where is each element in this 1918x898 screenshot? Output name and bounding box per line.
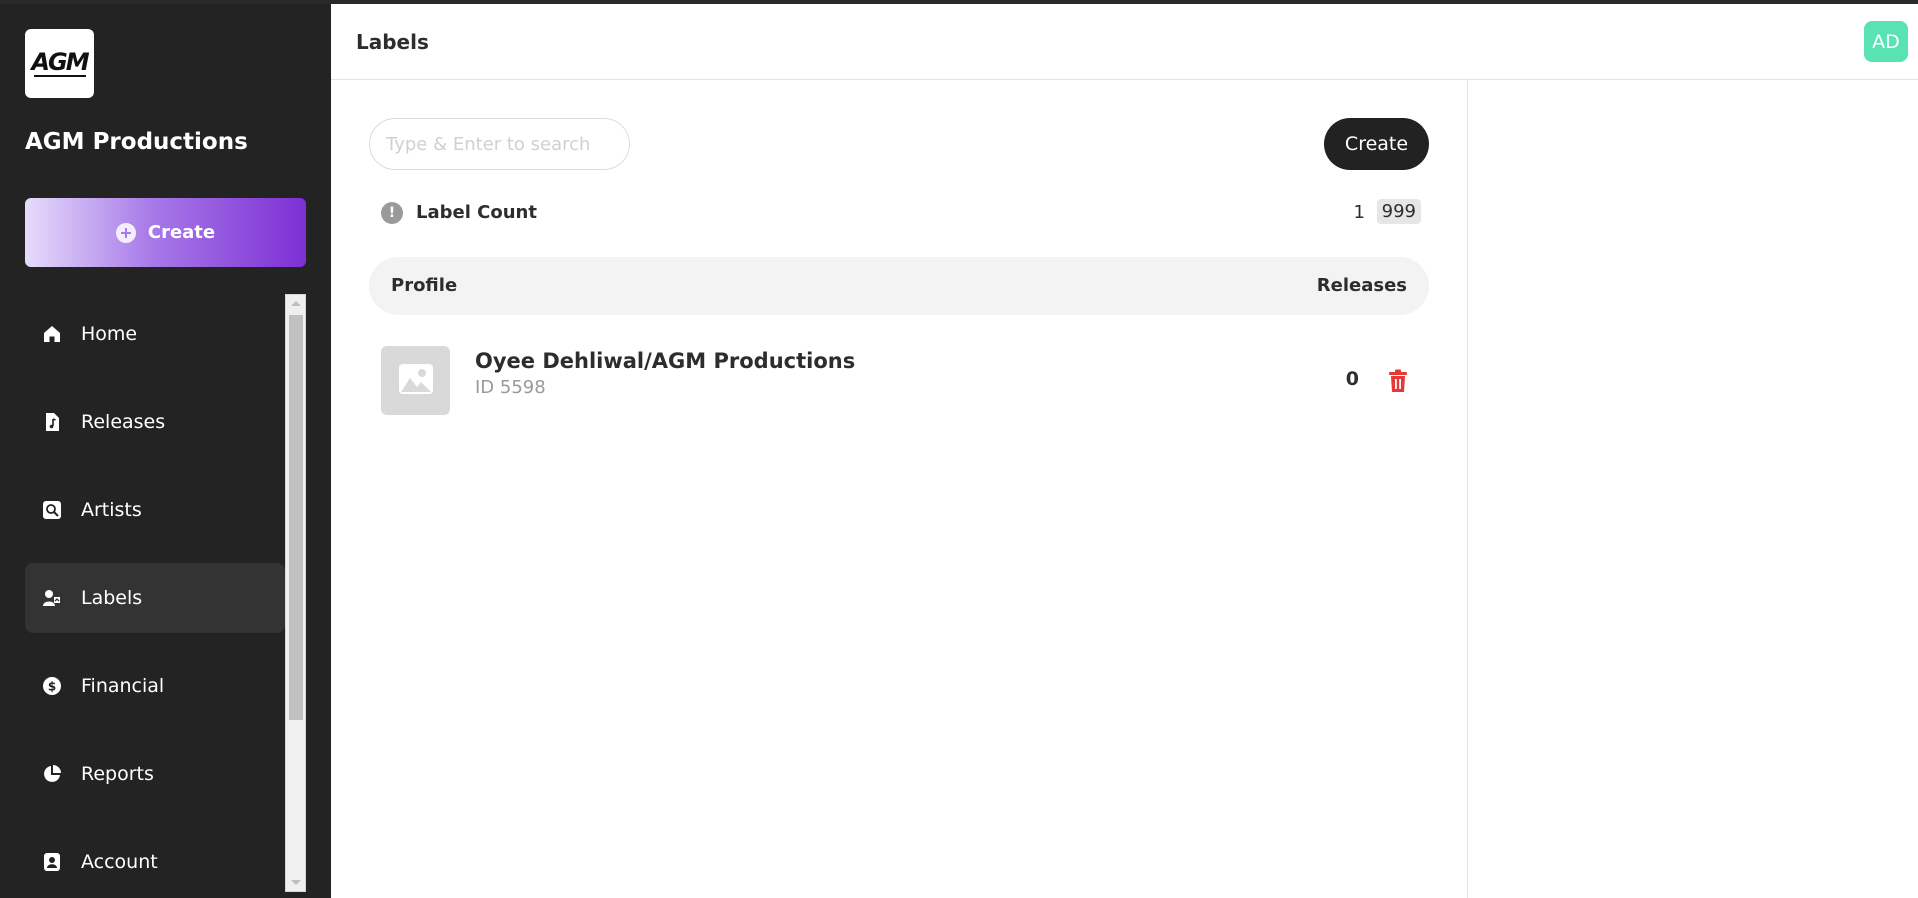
music-file-icon xyxy=(42,412,62,432)
logo-text: AGM xyxy=(31,48,89,76)
right-panel-divider xyxy=(1467,80,1468,898)
scrollbar-thumb[interactable] xyxy=(289,315,303,720)
column-header-releases: Releases xyxy=(1316,275,1407,296)
sidebar-item-account[interactable]: Account xyxy=(25,827,285,897)
user-avatar[interactable]: AD xyxy=(1864,21,1908,62)
label-release-count: 0 xyxy=(1345,368,1359,390)
svg-text:$: $ xyxy=(48,680,56,694)
sidebar-item-artists[interactable]: Artists xyxy=(25,475,285,545)
brand-name: AGM Productions xyxy=(25,129,248,155)
page-title: Labels xyxy=(356,30,429,54)
top-border xyxy=(0,0,1918,4)
label-thumbnail xyxy=(381,346,450,415)
label-name[interactable]: Oyee Dehliwal/AGM Productions xyxy=(475,349,855,373)
home-icon xyxy=(42,324,62,344)
sidebar-scrollbar[interactable] xyxy=(285,294,306,892)
info-icon: ! xyxy=(381,202,403,224)
column-header-profile: Profile xyxy=(391,275,458,296)
table-row[interactable]: Oyee Dehliwal/AGM Productions ID 5598 0 xyxy=(381,346,1421,416)
label-id: ID 5598 xyxy=(475,377,546,398)
label-count-limit: 999 xyxy=(1376,199,1421,224)
account-icon xyxy=(42,852,62,872)
label-icon xyxy=(42,588,62,608)
sidebar-item-label: Reports xyxy=(81,763,154,785)
brand-logo[interactable]: AGM xyxy=(25,29,94,98)
label-count-row: ! Label Count 1 999 xyxy=(381,199,1421,226)
sidebar-item-label: Artists xyxy=(81,499,142,521)
image-placeholder-icon xyxy=(398,363,434,399)
sidebar-item-label: Home xyxy=(81,323,138,345)
table-header: Profile Releases xyxy=(369,257,1429,315)
label-count-value: 1 xyxy=(1353,202,1365,223)
artist-icon xyxy=(42,500,62,520)
dollar-icon: $ xyxy=(42,676,62,696)
scroll-up-arrow-icon[interactable] xyxy=(291,301,301,306)
sidebar-item-label: Account xyxy=(81,851,158,873)
sidebar: AGM AGM Productions Create Home Releases… xyxy=(0,0,331,898)
trash-icon[interactable] xyxy=(1387,369,1409,393)
sidebar-item-label: Financial xyxy=(81,675,165,697)
sidebar-item-reports[interactable]: Reports xyxy=(25,739,285,809)
label-count-title: Label Count xyxy=(416,202,537,223)
sidebar-item-home[interactable]: Home xyxy=(25,299,285,369)
sidebar-item-labels[interactable]: Labels xyxy=(25,563,285,633)
sidebar-nav: Home Releases Artists Labels $ Financial xyxy=(25,299,285,898)
create-label-button[interactable]: Create xyxy=(1324,118,1429,170)
sidebar-item-label: Releases xyxy=(81,411,166,433)
sidebar-item-financial[interactable]: $ Financial xyxy=(25,651,285,721)
scroll-down-arrow-icon[interactable] xyxy=(291,880,301,885)
search-input[interactable] xyxy=(369,118,630,170)
logo-underline xyxy=(33,75,86,77)
pie-chart-icon xyxy=(42,764,62,784)
top-header: Labels AD xyxy=(331,4,1918,80)
sidebar-item-releases[interactable]: Releases xyxy=(25,387,285,457)
sidebar-create-button[interactable]: Create xyxy=(25,198,306,267)
plus-circle-icon xyxy=(115,222,136,243)
sidebar-create-label: Create xyxy=(147,222,216,243)
sidebar-item-label: Labels xyxy=(81,587,143,609)
